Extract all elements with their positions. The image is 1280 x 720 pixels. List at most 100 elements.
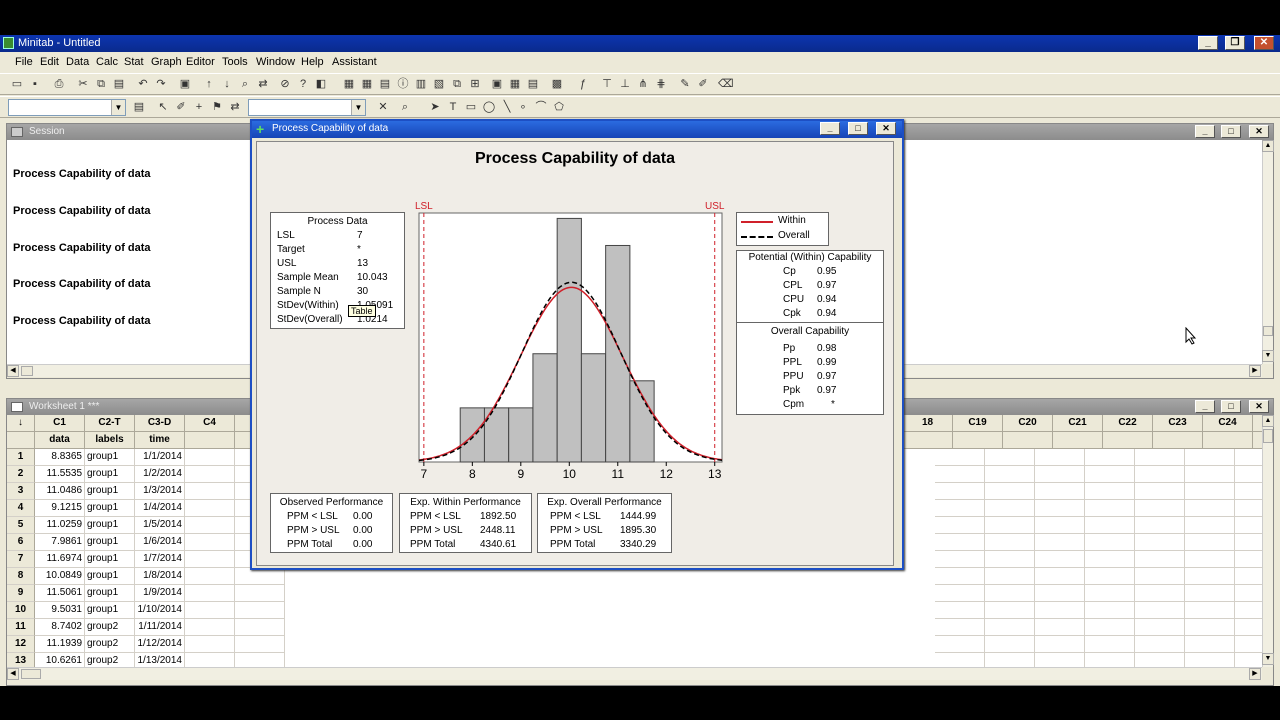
table-cell-empty[interactable] xyxy=(1185,636,1235,653)
table-cell-time[interactable]: 1/12/2014 xyxy=(135,636,185,653)
table-cell-empty[interactable] xyxy=(935,653,985,667)
table-cell-time[interactable]: 1/8/2014 xyxy=(135,568,185,585)
table-cell-empty[interactable] xyxy=(985,619,1035,636)
table-cell-empty[interactable] xyxy=(1035,619,1085,636)
table-cell-labels[interactable]: group1 xyxy=(85,602,135,619)
column-id-header[interactable]: C23 xyxy=(1153,415,1203,432)
graphs-icon[interactable]: ▤ xyxy=(378,77,392,91)
table-cell-empty[interactable] xyxy=(1085,585,1135,602)
table-cell-time[interactable]: 1/1/2014 xyxy=(135,449,185,466)
column-id-header[interactable]: C22 xyxy=(1103,415,1153,432)
cancel-icon[interactable]: ⊘ xyxy=(278,77,292,91)
table-cell-empty[interactable] xyxy=(1235,517,1262,534)
close-button[interactable]: ✕ xyxy=(1254,36,1274,50)
scroll-right-icon[interactable]: ▶ xyxy=(1249,365,1261,377)
polygon-tool-icon[interactable]: ⬠ xyxy=(552,100,566,114)
table-cell-time[interactable]: 1/13/2014 xyxy=(135,653,185,667)
table-cell-empty[interactable] xyxy=(1135,585,1185,602)
history-icon[interactable]: ▥ xyxy=(414,77,428,91)
table-cell-empty[interactable] xyxy=(935,483,985,500)
size-combo[interactable]: ▼ xyxy=(248,99,366,116)
table-cell-labels[interactable]: group1 xyxy=(85,568,135,585)
scroll-down-icon[interactable]: ▼ xyxy=(1262,653,1274,665)
menu-graph[interactable]: Graph xyxy=(151,56,182,68)
table-cell-empty[interactable] xyxy=(1235,449,1262,466)
table-cell-empty[interactable] xyxy=(1185,551,1235,568)
table-cell-empty[interactable] xyxy=(1135,500,1185,517)
column-name-header[interactable]: time xyxy=(135,432,185,449)
help-icon[interactable]: ? xyxy=(296,77,310,91)
table-cell-empty[interactable] xyxy=(985,636,1035,653)
table-cell-empty[interactable] xyxy=(185,636,235,653)
table-cell-empty[interactable] xyxy=(935,551,985,568)
graph-canvas[interactable]: Process Capability of data Process Data L… xyxy=(256,141,894,566)
table-cell-labels[interactable]: group1 xyxy=(85,534,135,551)
session-vscroll-thumb[interactable] xyxy=(1263,326,1273,336)
menu-editor[interactable]: Editor xyxy=(186,56,215,68)
table-cell-empty[interactable] xyxy=(185,619,235,636)
column-name-header[interactable] xyxy=(1153,432,1203,449)
table-cell-empty[interactable] xyxy=(985,585,1035,602)
scroll-down-icon[interactable]: ▼ xyxy=(1262,350,1274,362)
column-name-header[interactable] xyxy=(1103,432,1153,449)
table-cell-empty[interactable] xyxy=(1135,551,1185,568)
table-cell-empty[interactable] xyxy=(1235,551,1262,568)
table-cell-empty[interactable] xyxy=(1035,653,1085,667)
table-cell-empty[interactable] xyxy=(185,483,235,500)
table-cell-empty[interactable] xyxy=(935,636,985,653)
eraser-icon[interactable]: ⌫ xyxy=(718,77,734,91)
table-cell-empty[interactable] xyxy=(935,619,985,636)
table-cell-empty[interactable] xyxy=(935,449,985,466)
insert-rows-down-icon[interactable]: ↓ xyxy=(220,77,234,91)
worksheets-icon[interactable]: ▦ xyxy=(360,77,374,91)
session-close-button[interactable]: ✕ xyxy=(1249,125,1269,138)
table-cell-empty[interactable] xyxy=(1185,534,1235,551)
table-cell-empty[interactable] xyxy=(935,585,985,602)
worksheet-vscroll-thumb[interactable] xyxy=(1263,429,1273,443)
table-cell-empty[interactable] xyxy=(185,551,235,568)
row-number[interactable]: 12 xyxy=(7,636,35,653)
table-cell-empty[interactable] xyxy=(1235,636,1262,653)
table-cell-empty[interactable] xyxy=(185,449,235,466)
session-maximize-button[interactable]: □ xyxy=(1221,125,1241,138)
table-cell-empty[interactable] xyxy=(185,602,235,619)
table-cell-empty[interactable] xyxy=(1035,500,1085,517)
table-cell-empty[interactable] xyxy=(235,653,285,667)
print-icon[interactable]: ⎙ xyxy=(52,77,66,91)
group-icon[interactable]: ⋔ xyxy=(636,77,650,91)
column-id-header[interactable]: C24 xyxy=(1203,415,1253,432)
table-cell-empty[interactable] xyxy=(985,653,1035,667)
table-cell-empty[interactable] xyxy=(1135,602,1185,619)
table-cell-empty[interactable] xyxy=(985,517,1035,534)
row-number[interactable]: 10 xyxy=(7,602,35,619)
column-id-header[interactable]: C3-D xyxy=(135,415,185,432)
column-id-header[interactable] xyxy=(235,415,251,432)
chevron-down-icon[interactable]: ▼ xyxy=(111,100,125,115)
redo-icon[interactable]: ↷ xyxy=(154,77,168,91)
distribute-icon[interactable]: ⊤ xyxy=(600,77,614,91)
table-cell-time[interactable]: 1/3/2014 xyxy=(135,483,185,500)
column-id-header[interactable]: C20 xyxy=(1003,415,1053,432)
table-cell-empty[interactable] xyxy=(185,534,235,551)
table-cell-time[interactable]: 1/5/2014 xyxy=(135,517,185,534)
column-id-header[interactable]: C2-T xyxy=(85,415,135,432)
row-number[interactable]: 2 xyxy=(7,466,35,483)
row-marker-header[interactable]: ↓ xyxy=(7,415,35,432)
chevron-down-icon[interactable]: ▼ xyxy=(351,100,365,115)
row-number[interactable]: 7 xyxy=(7,551,35,568)
column-id-header[interactable]: C25 xyxy=(1253,415,1262,432)
table-cell-empty[interactable] xyxy=(1035,585,1085,602)
worksheet-hscroll-thumb[interactable] xyxy=(21,669,41,679)
table-cell-empty[interactable] xyxy=(1235,585,1262,602)
table-cell-empty[interactable] xyxy=(935,517,985,534)
table-cell-empty[interactable] xyxy=(235,568,285,585)
table-cell-empty[interactable] xyxy=(185,500,235,517)
table-cell-time[interactable]: 1/6/2014 xyxy=(135,534,185,551)
graph-folder-icon[interactable]: ▩ xyxy=(550,77,564,91)
marker-tool-icon[interactable]: ∘ xyxy=(516,100,530,114)
table-cell-data[interactable]: 10.0849 xyxy=(35,568,85,585)
table-cell-labels[interactable]: group1 xyxy=(85,517,135,534)
rectangle-tool-icon[interactable]: ▭ xyxy=(464,100,478,114)
row-number[interactable]: 6 xyxy=(7,534,35,551)
table-cell-empty[interactable] xyxy=(985,500,1035,517)
